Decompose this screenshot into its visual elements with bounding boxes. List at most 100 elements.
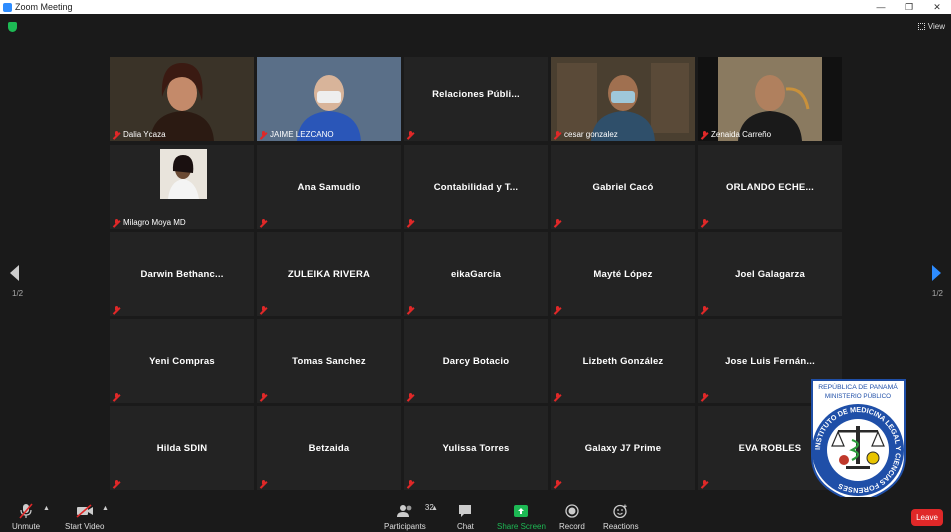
audio-options-caret-icon[interactable]: ▲ (43, 505, 50, 512)
muted-microphone-icon (260, 130, 267, 139)
record-button[interactable]: Record (559, 503, 585, 531)
muted-microphone-icon (554, 130, 561, 139)
participant-tile[interactable]: Mayté López (551, 232, 695, 316)
participant-name-label: JAIME LEZCANO (270, 130, 334, 139)
participants-label: Participants (384, 522, 426, 531)
view-label: View (927, 22, 945, 31)
participant-tile[interactable]: Galaxy J7 Prime (551, 406, 695, 490)
participant-name-display: ZULEIKA RIVERA (287, 268, 371, 280)
participant-name-display: Relaciones Públi... (432, 88, 520, 100)
participant-name-display: Ana Samudio (297, 181, 361, 193)
muted-microphone-icon (554, 306, 561, 314)
participant-tile[interactable]: Milagro Moya MD (110, 145, 254, 229)
participant-name-display: Darcy Botacio (442, 355, 510, 367)
participant-tile[interactable]: Dalia Ycaza (110, 57, 254, 141)
window-title: Zoom Meeting (15, 2, 73, 12)
participant-name-label: Milagro Moya MD (123, 218, 186, 227)
muted-microphone-icon (113, 130, 120, 139)
close-button[interactable]: ✕ (923, 0, 951, 14)
participant-tile[interactable]: Darcy Botacio (404, 319, 548, 403)
participant-tile[interactable]: Lizbeth González (551, 319, 695, 403)
share-screen-label: Share Screen (497, 522, 546, 531)
participant-tile[interactable]: Darwin Bethanc... (110, 232, 254, 316)
video-options-caret-icon[interactable]: ▲ (102, 505, 109, 512)
record-label: Record (559, 522, 585, 531)
share-screen-icon (513, 503, 529, 519)
meeting-top-bar: View (0, 14, 951, 40)
muted-microphone-icon (113, 306, 120, 314)
participant-tile[interactable]: JAIME LEZCANO (257, 57, 401, 141)
participant-name-display: Betzaida (308, 442, 350, 454)
participant-tile[interactable]: Yeni Compras (110, 319, 254, 403)
participant-video (698, 57, 842, 141)
muted-microphone-icon (701, 219, 708, 227)
muted-microphone-icon (407, 393, 414, 401)
muted-microphone-icon (701, 393, 708, 401)
muted-microphone-icon (260, 480, 267, 488)
reactions-button[interactable]: Reactions (603, 503, 639, 531)
muted-microphone-icon (113, 218, 120, 227)
meeting-toolbar: Unmute ▲ Start Video ▲ 32 Participants ▲… (0, 497, 951, 532)
muted-microphone-icon (407, 480, 414, 488)
participant-name-display: Yeni Compras (149, 355, 215, 367)
previous-page-arrow-icon[interactable] (10, 265, 20, 281)
chat-button[interactable]: Chat (457, 503, 474, 531)
participant-name-display: Gabriel Cacó (592, 181, 654, 193)
participant-name-display: Galaxy J7 Prime (584, 442, 662, 454)
record-icon (565, 503, 579, 519)
participant-profile-photo (160, 149, 207, 199)
participant-tile[interactable]: cesar gonzalez (551, 57, 695, 141)
participant-tile[interactable]: Joel Galagarza (698, 232, 842, 316)
participant-tile[interactable]: eikaGarcia (404, 232, 548, 316)
participant-tile[interactable]: Zenaida Carreño (698, 57, 842, 141)
ministerio-publico-seal-logo: REPÚBLICA DE PANAMÁ MINISTERIO PÚBLICO I… (811, 379, 906, 504)
participant-video (257, 57, 401, 141)
leave-button[interactable]: Leave (911, 509, 943, 526)
muted-microphone-icon (554, 219, 561, 227)
muted-microphone-icon (260, 306, 267, 314)
muted-microphone-icon (19, 503, 33, 519)
muted-microphone-icon (407, 219, 414, 227)
participant-video (110, 57, 254, 141)
participant-tile[interactable]: Betzaida (257, 406, 401, 490)
participant-name-display: Darwin Bethanc... (140, 268, 224, 280)
participant-tile[interactable]: Gabriel Cacó (551, 145, 695, 229)
participants-button[interactable]: 32 Participants (384, 503, 434, 531)
restore-button[interactable]: ❐ (895, 0, 923, 14)
participant-tile[interactable]: Hilda SDIN (110, 406, 254, 490)
start-video-button[interactable]: Start Video (65, 503, 104, 531)
chat-bubble-icon (458, 503, 472, 519)
participant-tile[interactable]: Ana Samudio (257, 145, 401, 229)
participant-name-display: Mayté López (593, 268, 653, 280)
muted-microphone-icon (260, 393, 267, 401)
seal-line-2: MINISTERIO PÚBLICO (825, 391, 891, 400)
encryption-shield-icon[interactable] (8, 22, 17, 32)
next-page-arrow-icon[interactable] (931, 265, 941, 281)
participant-name-display: Tomas Sanchez (292, 355, 366, 367)
share-screen-button[interactable]: Share Screen (497, 503, 546, 531)
participant-name-display: Hilda SDIN (156, 442, 208, 454)
view-button[interactable]: View (917, 22, 945, 31)
participant-name-display: Lizbeth González (582, 355, 664, 367)
participant-name-label: Zenaida Carreño (711, 130, 772, 139)
smiley-add-icon (613, 503, 629, 519)
participant-name-display: Joel Galagarza (735, 268, 805, 280)
muted-microphone-icon (701, 480, 708, 488)
participant-tile[interactable]: Yulissa Torres (404, 406, 548, 490)
muted-microphone-icon (701, 130, 708, 139)
muted-microphone-icon (407, 131, 414, 139)
participant-tile[interactable]: Tomas Sanchez (257, 319, 401, 403)
muted-microphone-icon (554, 393, 561, 401)
participant-tile[interactable]: ORLANDO ECHE... (698, 145, 842, 229)
seal-line-1: REPÚBLICA DE PANAMÁ (818, 382, 898, 391)
muted-microphone-icon (701, 306, 708, 314)
participant-tile[interactable]: ZULEIKA RIVERA (257, 232, 401, 316)
participants-caret-icon[interactable]: ▲ (431, 505, 438, 512)
participant-tile[interactable]: Relaciones Públi... (404, 57, 548, 141)
minimize-button[interactable]: — (867, 0, 895, 14)
zoom-logo-icon (3, 2, 12, 12)
unmute-button[interactable]: Unmute (12, 503, 40, 531)
page-indicator-right: 1/2 (931, 289, 943, 298)
chat-label: Chat (457, 522, 474, 531)
participant-tile[interactable]: Contabilidad y T... (404, 145, 548, 229)
